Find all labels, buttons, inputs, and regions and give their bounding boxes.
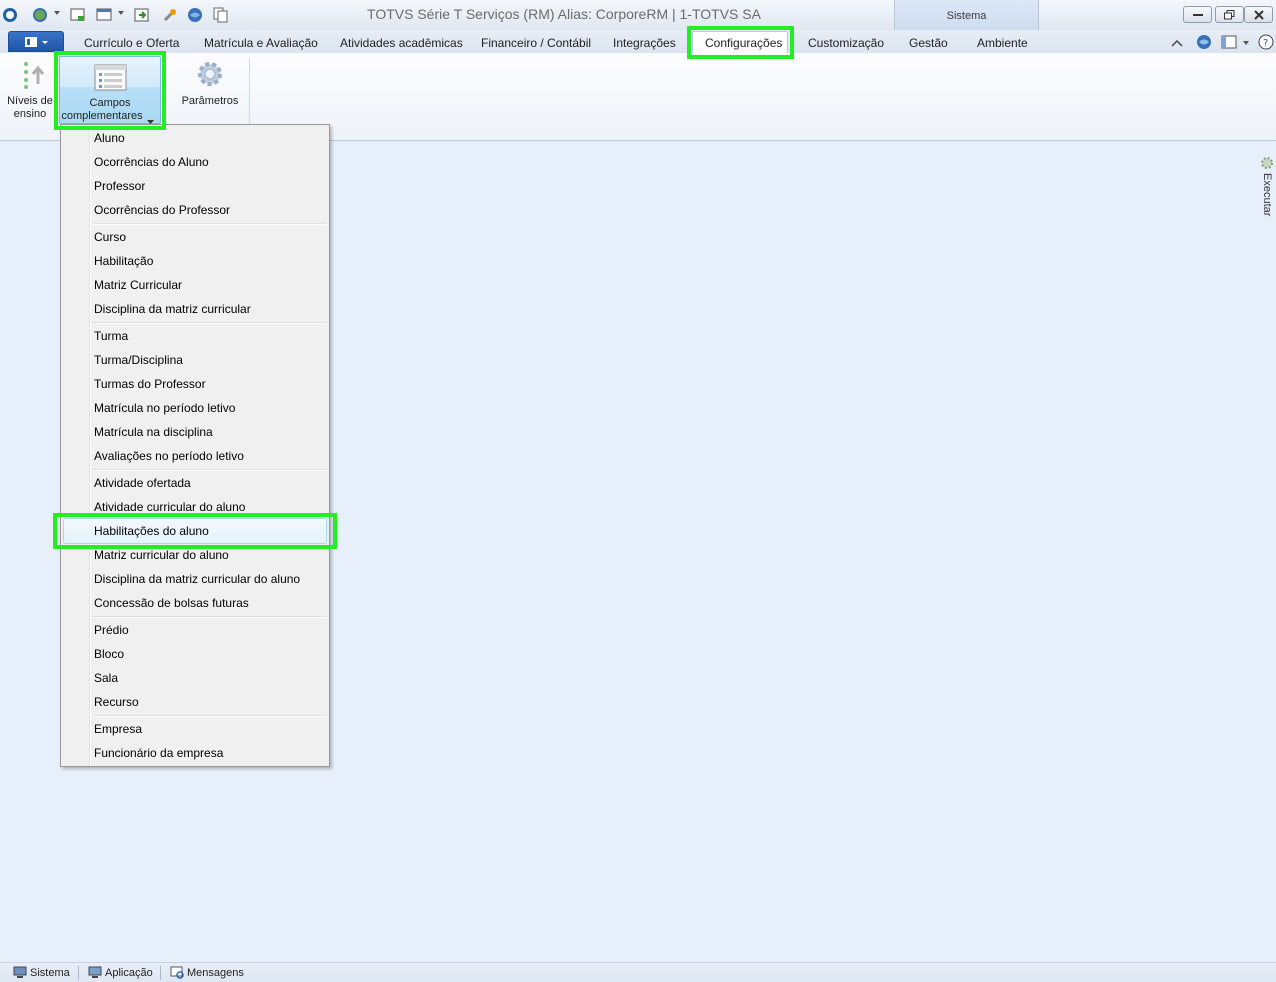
tab-ambiente[interactable]: Ambiente (977, 36, 1028, 50)
menu-item-atividade-curricular-aluno[interactable]: Atividade curricular do aluno (94, 500, 245, 514)
menu-item-sala[interactable]: Sala (94, 671, 118, 685)
menu-gutter (89, 125, 91, 766)
globe-icon[interactable] (32, 7, 48, 23)
menu-item-turmas-professor[interactable]: Turmas do Professor (94, 377, 206, 391)
title-bar: TOTVS Série T Serviços (RM) Alias: Corpo… (0, 0, 1276, 30)
tools-icon[interactable] (162, 7, 178, 23)
menu-item-disciplina-matriz-aluno[interactable]: Disciplina da matriz curricular do aluno (94, 572, 300, 586)
tab-atividades-academicas[interactable]: Atividades acadêmicas (340, 36, 463, 50)
context-tab-group: Sistema (894, 0, 1039, 30)
help-globe-icon[interactable] (1196, 34, 1212, 53)
menu-item-matricula-disciplina[interactable]: Matrícula na disciplina (94, 425, 213, 439)
messages-icon (170, 966, 184, 982)
tab-matricula-avaliacao[interactable]: Matrícula e Avaliação (204, 36, 318, 50)
execute-gear-icon[interactable] (1260, 156, 1274, 173)
menu-item-empresa[interactable]: Empresa (94, 722, 142, 736)
menu-item-ocorrencias-professor[interactable]: Ocorrências do Professor (94, 203, 230, 217)
tab-customizacao[interactable]: Customização (808, 36, 884, 50)
tab-gestao[interactable]: Gestão (909, 36, 948, 50)
svg-text:?: ? (1263, 38, 1268, 49)
menu-item-curso[interactable]: Curso (94, 230, 126, 244)
app-orb-icon[interactable] (2, 7, 18, 23)
parametros-button[interactable]: Parâmetros (176, 58, 244, 108)
menu-item-turma[interactable]: Turma (94, 329, 128, 343)
window-icon[interactable] (96, 7, 112, 23)
menu-item-atividade-ofertada[interactable]: Atividade ofertada (94, 476, 191, 490)
menu-item-avaliacoes-periodo[interactable]: Avaliações no período letivo (94, 449, 244, 463)
menu-separator (92, 715, 327, 717)
application-icon (88, 966, 102, 982)
layout-icon[interactable] (1221, 35, 1237, 52)
chevron-down-icon[interactable] (54, 11, 60, 15)
menu-item-turma-disciplina[interactable]: Turma/Disciplina (94, 353, 183, 367)
hierarchy-icon (3, 58, 57, 90)
status-bar: Sistema Aplicação Mensagens (0, 962, 1276, 982)
status-aplicacao[interactable]: Aplicação (105, 967, 153, 979)
niveis-label-line1: Níveis de (7, 95, 53, 107)
tab-curriculo-oferta[interactable]: Currículo e Oferta (84, 36, 179, 50)
application-menu-button[interactable] (8, 31, 64, 52)
menu-separator (92, 322, 327, 324)
help-icon[interactable]: ? (1258, 34, 1274, 53)
status-mensagens[interactable]: Mensagens (187, 967, 244, 979)
window-title: TOTVS Série T Serviços (RM) Alias: Corpo… (367, 6, 761, 22)
menu-item-bloco[interactable]: Bloco (94, 647, 124, 661)
executar-side-tab[interactable]: Executar (1259, 173, 1273, 223)
menu-item-professor[interactable]: Professor (94, 179, 145, 193)
menu-item-habilitacao[interactable]: Habilitação (94, 254, 153, 268)
copy-icon[interactable] (213, 7, 229, 23)
menu-item-funcionario-empresa[interactable]: Funcionário da empresa (94, 746, 223, 760)
status-separator (160, 966, 161, 980)
menu-separator (92, 469, 327, 471)
highlight-configuracoes-tab (687, 26, 794, 59)
world-icon[interactable] (187, 7, 203, 23)
menu-item-recurso[interactable]: Recurso (94, 695, 139, 709)
niveis-ensino-button[interactable]: Níveis de ensino (3, 58, 57, 121)
menu-item-matriz-curricular[interactable]: Matriz Curricular (94, 278, 182, 292)
context-group-label: Sistema (946, 10, 987, 22)
status-separator (78, 966, 79, 980)
ribbon-separator (249, 58, 250, 124)
new-window-icon[interactable] (70, 7, 86, 23)
layout-dropdown-icon[interactable] (1243, 41, 1249, 45)
export-icon[interactable] (134, 7, 150, 23)
menu-separator (92, 223, 327, 225)
parametros-label: Parâmetros (181, 95, 239, 107)
menu-item-concessao-bolsas[interactable]: Concessão de bolsas futuras (94, 596, 249, 610)
menu-item-ocorrencias-aluno[interactable]: Ocorrências do Aluno (94, 155, 209, 169)
close-button[interactable] (1244, 6, 1273, 23)
menu-item-disciplina-matriz[interactable]: Disciplina da matriz curricular (94, 302, 251, 316)
minimize-button[interactable] (1183, 6, 1212, 23)
menu-item-matriz-curricular-aluno[interactable]: Matriz curricular do aluno (94, 548, 229, 562)
menu-item-matricula-periodo[interactable]: Matrícula no período letivo (94, 401, 235, 415)
menu-item-aluno[interactable]: Aluno (94, 131, 125, 145)
menu-separator (92, 616, 327, 618)
menu-item-predio[interactable]: Prédio (94, 623, 129, 637)
tab-financeiro-contabil[interactable]: Financeiro / Contábil (481, 36, 591, 50)
gear-icon (176, 58, 244, 90)
status-sistema[interactable]: Sistema (30, 967, 70, 979)
restore-button[interactable] (1215, 6, 1244, 23)
chevron-down-icon[interactable] (118, 11, 124, 15)
campos-complementares-menu: Aluno Ocorrências do Aluno Professor Oco… (60, 124, 330, 767)
niveis-label-line2: ensino (13, 108, 47, 120)
highlight-campos-complementares (54, 51, 166, 130)
computer-icon (13, 966, 27, 982)
highlight-habilitacoes-aluno (53, 513, 337, 549)
minimize-ribbon-icon[interactable] (1171, 37, 1183, 51)
tab-integracoes[interactable]: Integrações (613, 36, 676, 50)
